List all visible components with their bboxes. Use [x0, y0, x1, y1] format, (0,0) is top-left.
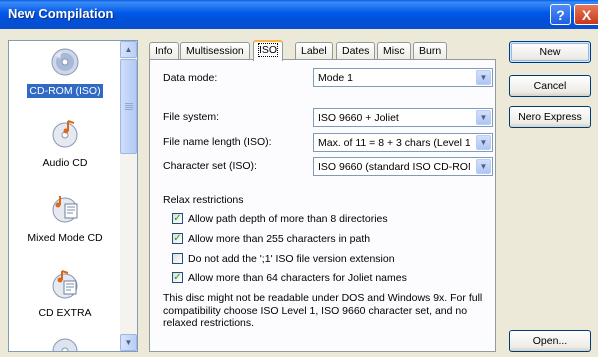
scroll-down-button[interactable]: ▼	[120, 334, 137, 351]
close-icon: X	[581, 6, 592, 23]
tab-multisession[interactable]: Multisession	[180, 42, 250, 59]
checkbox-label: Do not add the ';1' ISO file version ext…	[188, 252, 395, 265]
compatibility-note: This disc might not be readable under DO…	[163, 292, 483, 329]
character-set-label: Character set (ISO):	[163, 160, 257, 172]
list-item-label: CD EXTRA	[38, 307, 92, 319]
mixed-mode-cd-icon	[52, 196, 78, 223]
joliet-64-chars-checkbox[interactable]: ✓ Allow more than 64 characters for Joli…	[172, 271, 407, 284]
chevron-up-icon: ▲	[124, 45, 133, 54]
chevron-down-icon[interactable]: ▼	[476, 135, 491, 150]
cancel-button[interactable]: Cancel	[509, 75, 591, 97]
list-item-partial[interactable]	[9, 335, 121, 351]
checkbox-label: Allow more than 255 characters in path	[188, 232, 371, 245]
list-item-label: CD-ROM (ISO)	[26, 83, 104, 99]
tab-label: Label	[301, 45, 327, 57]
file-system-label: File system:	[163, 111, 220, 123]
checkbox-label: Allow path depth of more than 8 director…	[188, 212, 388, 225]
help-button[interactable]: ?	[550, 4, 571, 25]
button-label: Cancel	[533, 80, 567, 92]
cd-icon	[52, 338, 78, 351]
tab-dates[interactable]: Dates	[336, 42, 376, 59]
open-button[interactable]: Open...	[509, 330, 591, 352]
file-name-length-value: Max. of 11 = 8 + 3 chars (Level 1	[318, 137, 470, 149]
cd-extra-icon	[52, 270, 78, 299]
tab-iso[interactable]: ISO	[253, 40, 284, 61]
help-icon: ?	[556, 6, 565, 23]
tab-burn[interactable]: Burn	[413, 42, 448, 59]
list-item-cd-rom-iso[interactable]: CD-ROM (ISO)	[9, 47, 121, 99]
tab-label: Multisession	[186, 45, 244, 57]
no-version-extension-checkbox[interactable]: Do not add the ';1' ISO file version ext…	[172, 252, 395, 265]
compilation-type-list[interactable]: CD-ROM (ISO) Audio CD Mixed Mode CD CD E…	[8, 40, 138, 352]
tab-info[interactable]: Info	[149, 42, 179, 59]
list-scrollbar[interactable]: ▲ ▼	[120, 41, 137, 351]
chevron-down-icon: ▼	[124, 338, 133, 347]
character-set-value: ISO 9660 (standard ISO CD-ROM	[318, 161, 470, 173]
list-item-cd-extra[interactable]: CD EXTRA	[9, 269, 121, 320]
title-bar[interactable]: New Compilation ? X	[0, 0, 598, 29]
allow-path-depth-checkbox[interactable]: ✓ Allow path depth of more than 8 direct…	[172, 212, 388, 225]
new-button[interactable]: New	[509, 41, 591, 63]
character-set-select[interactable]: ISO 9660 (standard ISO CD-ROM ▼	[313, 157, 493, 176]
file-system-value: ISO 9660 + Joliet	[318, 112, 399, 124]
button-label: New	[539, 46, 561, 58]
window-title: New Compilation	[8, 6, 114, 21]
chevron-down-icon[interactable]: ▼	[476, 110, 491, 125]
button-label: Open...	[532, 335, 568, 347]
data-mode-value: Mode 1	[318, 72, 354, 84]
scroll-up-button[interactable]: ▲	[120, 41, 137, 58]
nero-express-button[interactable]: Nero Express	[509, 106, 591, 128]
checkbox-checked-icon[interactable]: ✓	[172, 272, 183, 283]
file-name-length-label: File name length (ISO):	[163, 136, 272, 148]
scroll-thumb[interactable]	[120, 59, 137, 154]
checkbox-checked-icon[interactable]: ✓	[172, 213, 183, 224]
tab-label: ISO	[257, 43, 279, 57]
tab-label: Burn	[419, 45, 442, 57]
checkbox-unchecked-icon[interactable]	[172, 253, 183, 264]
tab-misc[interactable]: Misc	[377, 42, 411, 59]
file-name-length-select[interactable]: Max. of 11 = 8 + 3 chars (Level 1 ▼	[313, 133, 493, 152]
tab-label: Misc	[383, 45, 405, 57]
data-mode-select[interactable]: Mode 1 ▼	[313, 68, 493, 87]
list-item-audio-cd[interactable]: Audio CD	[9, 119, 121, 170]
chevron-down-icon[interactable]: ▼	[476, 70, 491, 85]
tab-label: Info	[155, 45, 173, 57]
relax-restrictions-heading: Relax restrictions	[163, 194, 244, 206]
checkbox-checked-icon[interactable]: ✓	[172, 233, 183, 244]
allow-255-chars-checkbox[interactable]: ✓ Allow more than 255 characters in path	[172, 232, 370, 245]
tab-label[interactable]: Label	[295, 42, 333, 59]
checkbox-label: Allow more than 64 characters for Joliet…	[188, 271, 407, 284]
audio-cd-icon	[52, 120, 78, 148]
tab-label: Dates	[342, 45, 370, 57]
list-item-label: Mixed Mode CD	[27, 232, 103, 244]
close-button[interactable]: X	[574, 4, 598, 25]
list-item-label: Audio CD	[42, 157, 88, 169]
button-label: Nero Express	[518, 111, 582, 123]
chevron-down-icon[interactable]: ▼	[476, 159, 491, 174]
file-system-select[interactable]: ISO 9660 + Joliet ▼	[313, 108, 493, 127]
data-mode-label: Data mode:	[163, 72, 218, 84]
cd-rom-iso-icon	[51, 48, 79, 76]
list-item-mixed-mode-cd[interactable]: Mixed Mode CD	[9, 194, 121, 245]
